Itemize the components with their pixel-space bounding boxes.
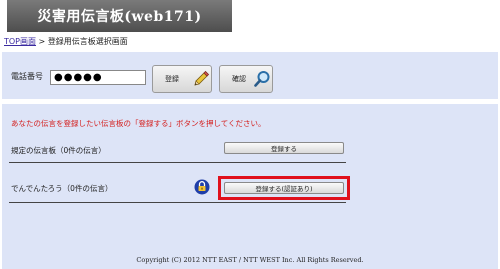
phone-number-input[interactable] bbox=[50, 70, 146, 85]
board-name-default: 規定の伝言板（0件の伝言） bbox=[11, 146, 106, 155]
board-selection-panel: あなたの伝言を登録したい伝言板の「登録する」ボタンを押してください。 規定の伝言… bbox=[2, 104, 498, 269]
pencil-icon bbox=[192, 69, 211, 89]
row-divider bbox=[9, 162, 346, 163]
phone-label: 電話番号 bbox=[11, 72, 43, 81]
header-title: 災害用伝言板(web171) bbox=[37, 9, 202, 25]
register-button-label: 登録 bbox=[165, 75, 179, 83]
board-name-dendentaro: でんでんたろう（0件の伝言） bbox=[11, 184, 113, 193]
phone-panel: 電話番号 登録 確認 bbox=[2, 52, 498, 99]
register-auth-board-label: 登録する(認証あり) bbox=[255, 185, 313, 193]
row-divider bbox=[9, 202, 346, 203]
register-button[interactable]: 登録 bbox=[152, 65, 212, 93]
lock-icon bbox=[194, 179, 210, 195]
breadcrumb-current: 登録用伝言板選択画面 bbox=[47, 37, 128, 46]
breadcrumb: TOP画面 > 登録用伝言板選択画面 bbox=[4, 36, 128, 48]
magnifier-icon bbox=[253, 69, 272, 89]
header-banner: 災害用伝言板(web171) bbox=[7, 0, 232, 32]
confirm-button[interactable]: 確認 bbox=[219, 65, 273, 93]
breadcrumb-separator: > bbox=[36, 37, 48, 46]
copyright-text: Copyright (C) 2012 NTT EAST / NTT WEST I… bbox=[136, 256, 364, 264]
register-auth-board-button[interactable]: 登録する(認証あり) bbox=[224, 182, 344, 194]
register-default-board-button[interactable]: 登録する bbox=[224, 142, 344, 154]
register-default-board-label: 登録する bbox=[271, 145, 297, 153]
breadcrumb-top-link[interactable]: TOP画面 bbox=[4, 37, 36, 46]
confirm-button-label: 確認 bbox=[232, 75, 246, 83]
instruction-text: あなたの伝言を登録したい伝言板の「登録する」ボタンを押してください。 bbox=[11, 119, 266, 128]
